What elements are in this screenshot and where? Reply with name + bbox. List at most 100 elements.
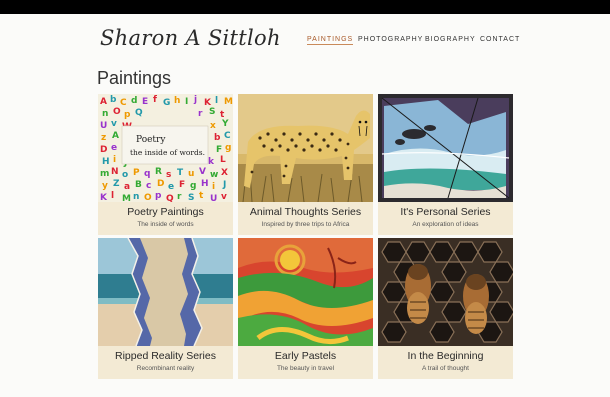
card-early-pastels[interactable]: Early Pastels The beauty in travel — [238, 238, 373, 379]
svg-text:e: e — [111, 143, 117, 153]
svg-text:Q: Q — [135, 108, 143, 118]
svg-text:A: A — [100, 97, 107, 107]
svg-text:b: b — [214, 133, 221, 143]
svg-text:N: N — [111, 167, 119, 177]
svg-text:c: c — [146, 181, 151, 191]
svg-text:b: b — [110, 95, 117, 105]
svg-text:I: I — [185, 97, 188, 107]
svg-text:D: D — [157, 179, 164, 189]
svg-text:G: G — [163, 98, 170, 108]
svg-text:n: n — [102, 109, 108, 119]
svg-text:v: v — [111, 119, 117, 129]
svg-text:O: O — [144, 193, 152, 202]
card-title[interactable]: Poetry Paintings — [98, 206, 233, 218]
svg-text:r: r — [177, 192, 182, 202]
nav-biography[interactable]: BIOGRAPHY — [425, 36, 476, 43]
nav-photography[interactable]: PHOTOGRAPHY — [358, 36, 423, 43]
svg-text:m: m — [100, 169, 109, 179]
svg-text:O: O — [113, 107, 121, 117]
svg-text:Q: Q — [166, 194, 174, 202]
svg-text:r: r — [198, 109, 203, 119]
card-its-personal-series[interactable]: It's Personal Series An exploration of i… — [378, 94, 513, 235]
svg-text:Z: Z — [113, 179, 120, 189]
svg-text:y: y — [102, 181, 108, 191]
svg-text:H: H — [201, 179, 209, 189]
main-nav: PAINTINGS PHOTOGRAPHY BIOGRAPHY CONTACT — [0, 36, 610, 48]
svg-text:v: v — [221, 192, 227, 202]
svg-text:p: p — [155, 191, 162, 201]
svg-text:e: e — [168, 182, 174, 192]
svg-text:M: M — [224, 97, 233, 107]
svg-text:H: H — [102, 157, 110, 167]
svg-text:s: s — [166, 170, 171, 180]
poetry-paintings-image[interactable]: AbCdEfGhIjKlM nOpQrSt UvWxY zAbC DeFg Hi… — [98, 94, 233, 202]
card-subtitle: The inside of words — [137, 221, 194, 228]
svg-text:F: F — [216, 145, 222, 155]
card-subtitle: Inspired by three trips to Africa — [261, 221, 350, 228]
card-title[interactable]: It's Personal Series — [378, 206, 513, 218]
svg-text:S: S — [209, 107, 215, 117]
svg-text:R: R — [155, 167, 162, 177]
card-title[interactable]: In the Beginning — [378, 350, 513, 362]
card-title[interactable]: Ripped Reality Series — [98, 350, 233, 362]
svg-text:g: g — [225, 143, 231, 153]
svg-text:K: K — [100, 193, 108, 202]
svg-text:i: i — [113, 155, 116, 165]
svg-text:P: P — [133, 168, 140, 178]
in-the-beginning-image[interactable] — [378, 238, 513, 346]
svg-text:C: C — [224, 131, 231, 141]
top-bar — [0, 0, 610, 14]
svg-text:o: o — [122, 170, 128, 180]
svg-text:q: q — [144, 169, 150, 179]
ripped-reality-image[interactable] — [98, 238, 233, 346]
svg-text:u: u — [188, 169, 194, 179]
svg-text:C: C — [120, 98, 127, 108]
nav-contact[interactable]: CONTACT — [480, 36, 520, 43]
nav-paintings[interactable]: PAINTINGS — [307, 36, 354, 45]
svg-text:p: p — [124, 110, 131, 120]
svg-text:B: B — [135, 180, 142, 190]
card-subtitle: Recombinant reality — [136, 365, 195, 372]
svg-text:l: l — [215, 96, 218, 106]
card-animal-thoughts-series[interactable]: Animal Thoughts Series Inspired by three… — [238, 94, 373, 235]
card-title[interactable]: Early Pastels — [238, 350, 373, 362]
svg-text:the inside of words.: the inside of words. — [130, 148, 205, 157]
card-title[interactable]: Animal Thoughts Series — [238, 206, 373, 218]
svg-text:h: h — [174, 96, 180, 106]
svg-text:n: n — [133, 192, 139, 202]
svg-text:J: J — [222, 180, 226, 190]
card-ripped-reality-series[interactable]: Ripped Reality Series Recombinant realit… — [98, 238, 233, 379]
svg-text:x: x — [210, 121, 216, 131]
page-title: Paintings — [97, 68, 172, 88]
svg-text:A: A — [112, 131, 119, 141]
card-subtitle: An exploration of ideas — [412, 221, 479, 228]
svg-text:f: f — [153, 95, 157, 105]
svg-text:X: X — [221, 168, 228, 178]
early-pastels-image[interactable] — [238, 238, 373, 346]
svg-text:U: U — [210, 194, 217, 202]
svg-text:Poetry: Poetry — [136, 135, 166, 145]
animal-thoughts-image[interactable] — [238, 94, 373, 202]
its-personal-image[interactable] — [378, 94, 513, 202]
svg-text:S: S — [188, 193, 194, 202]
svg-text:t: t — [199, 191, 204, 201]
svg-text:j: j — [193, 95, 197, 105]
card-subtitle: The beauty in travel — [276, 365, 335, 372]
svg-text:d: d — [131, 96, 137, 106]
card-poetry-paintings[interactable]: AbCdEfGhIjKlM nOpQrSt UvWxY zAbC DeFg Hi… — [98, 94, 233, 235]
svg-text:g: g — [190, 181, 196, 191]
svg-text:E: E — [142, 97, 148, 107]
svg-text:w: w — [210, 170, 218, 180]
svg-text:l: l — [111, 191, 114, 201]
svg-text:U: U — [100, 121, 107, 131]
svg-text:F: F — [179, 180, 185, 190]
svg-text:M: M — [122, 194, 131, 202]
svg-text:L: L — [220, 155, 226, 165]
svg-text:a: a — [124, 182, 130, 192]
svg-text:D: D — [100, 145, 107, 155]
svg-text:V: V — [199, 167, 206, 177]
card-in-the-beginning[interactable]: In the Beginning A trail of thought — [378, 238, 513, 379]
svg-text:k: k — [208, 157, 215, 167]
svg-text:i: i — [212, 182, 215, 192]
svg-text:T: T — [177, 168, 184, 178]
